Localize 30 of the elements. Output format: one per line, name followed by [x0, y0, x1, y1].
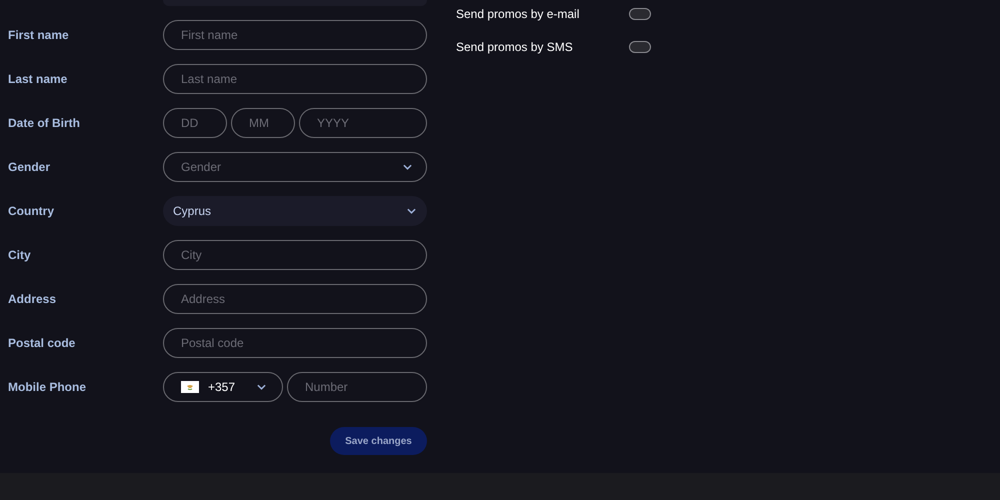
select-field[interactable]: Cyprus: [163, 196, 427, 226]
country-code-select[interactable]: +357: [163, 372, 283, 402]
toggle-label: Send promos by SMS: [456, 40, 574, 54]
flag-icon: [181, 381, 199, 393]
field-label: Address: [7, 292, 58, 306]
field-label: City: [7, 248, 32, 262]
toggle-switch[interactable]: [629, 8, 651, 20]
chevron-icon: [257, 384, 266, 390]
input-field[interactable]: Postal code: [163, 328, 427, 358]
input-field[interactable]: Last name: [163, 64, 427, 94]
field-label: Gender: [7, 160, 52, 174]
chevron-icon: [403, 164, 412, 170]
toggle-switch[interactable]: [629, 41, 651, 53]
field-label: Last name: [7, 72, 68, 86]
field-label: Mobile Phone: [7, 380, 87, 394]
field-label: Postal code: [7, 336, 76, 350]
input-field[interactable]: First name: [163, 20, 427, 50]
field-label: First name: [7, 28, 70, 42]
toggle-label: Send promos by e-mail: [456, 7, 580, 21]
input-field[interactable]: City: [163, 240, 427, 270]
chevron-icon: [407, 208, 416, 214]
save-button[interactable]: Save changes: [330, 427, 427, 455]
field-label: Date of Birth: [7, 116, 81, 130]
input-field[interactable]: YYYY: [299, 108, 427, 138]
input-field[interactable]: DD: [163, 108, 227, 138]
input-field[interactable]: Number: [287, 372, 427, 402]
input-field[interactable]: MM: [231, 108, 295, 138]
select-field[interactable]: Gender: [163, 152, 427, 182]
field-label: Country: [7, 204, 55, 218]
input-field[interactable]: Address: [163, 284, 427, 314]
